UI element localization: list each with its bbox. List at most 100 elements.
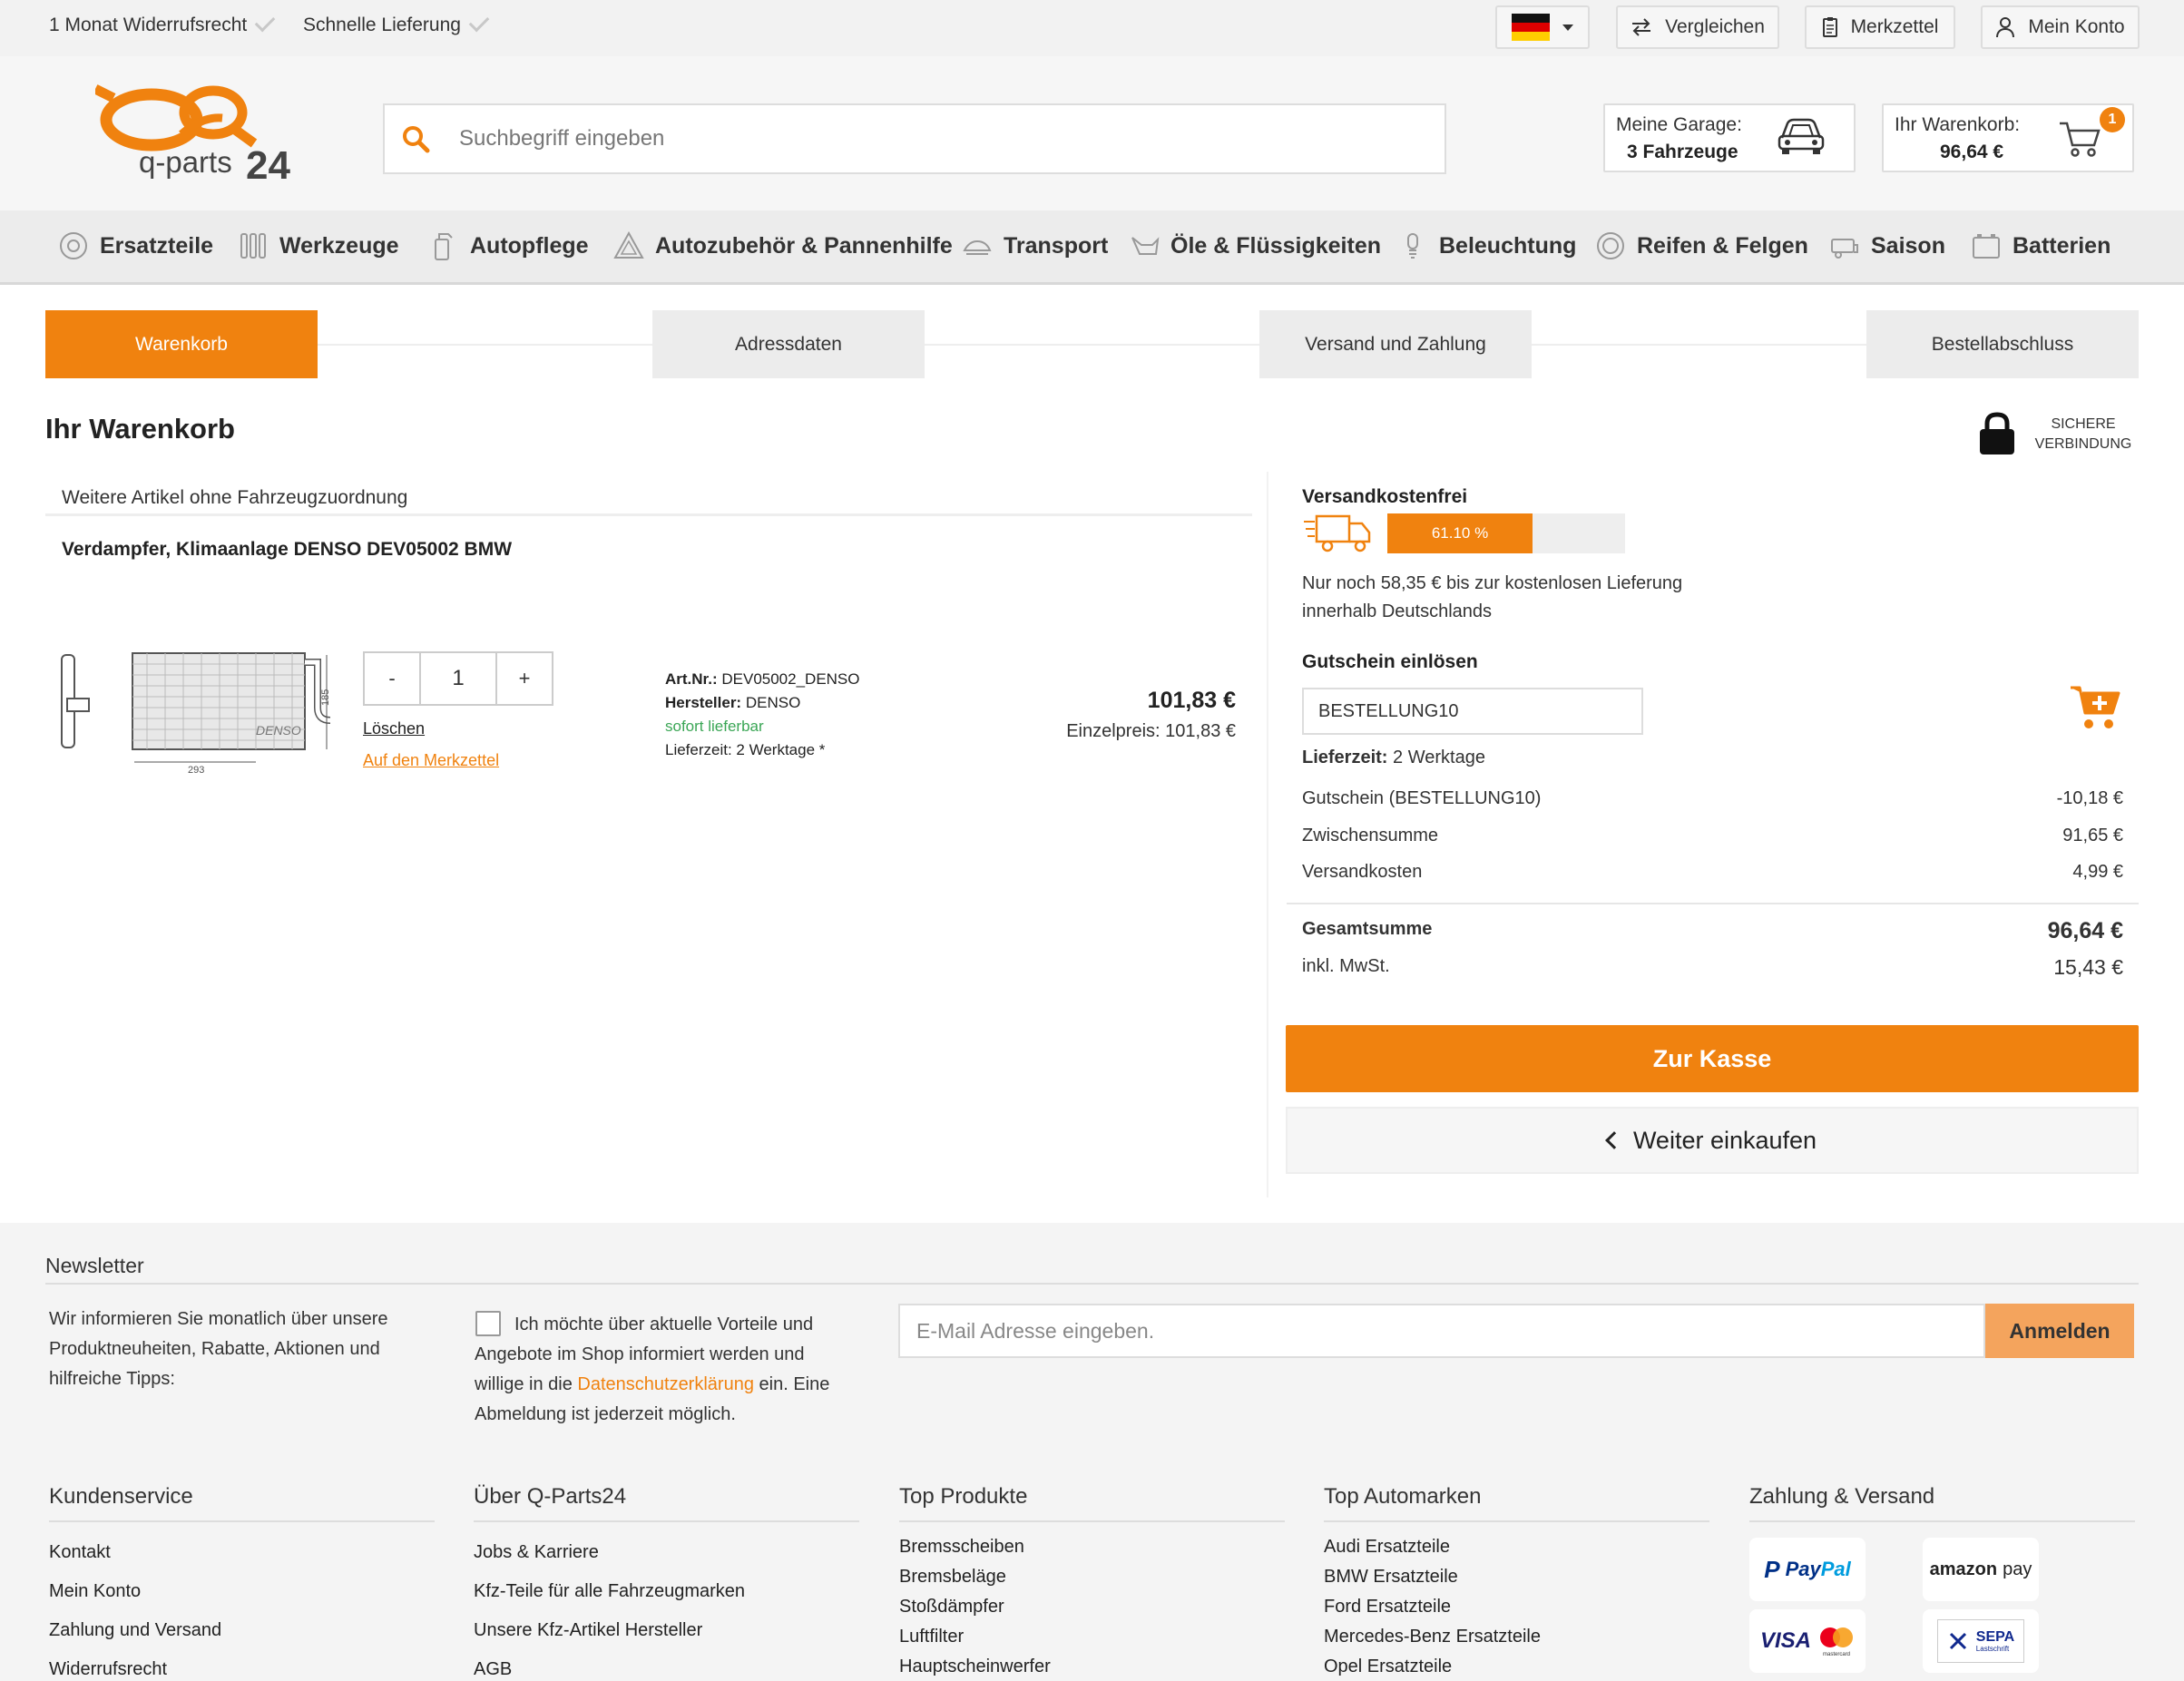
footer-link[interactable]: BMW Ersatzteile [1324, 1567, 1709, 1588]
subtotal-label: Zwischensumme [1302, 826, 1439, 845]
footer-link[interactable]: Mercedes-Benz Ersatzteile [1324, 1627, 1709, 1647]
paypal-pay: Pay [1785, 1558, 1821, 1580]
footer-link[interactable]: Bremsscheiben [899, 1537, 1285, 1558]
continue-shopping-label: Weiter einkaufen [1632, 1126, 1817, 1154]
delete-link[interactable]: Löschen [363, 719, 425, 738]
newsletter-subscribe-button[interactable]: Anmelden [1985, 1304, 2134, 1358]
step-warenkorb[interactable]: Warenkorb [45, 310, 318, 378]
footer-link[interactable]: Kfz-Teile für alle Fahrzeugmarken [474, 1581, 859, 1602]
nav-label: Autopflege [470, 232, 589, 259]
compare-button[interactable]: Vergleichen [1616, 5, 1779, 49]
compare-icon [1632, 18, 1651, 36]
step-versand-zahlung[interactable]: Versand und Zahlung [1259, 310, 1532, 378]
paypal-logo: P Pay Pal [1749, 1538, 1866, 1601]
footer-link[interactable]: Luftfilter [899, 1627, 1285, 1647]
secure-line-1: SICHERE [2051, 416, 2116, 432]
nav-label: Saison [1871, 232, 1945, 259]
nav-item-batterien[interactable]: Batterien [1971, 230, 2111, 261]
tools-icon [240, 233, 266, 259]
product-image[interactable]: DENSO 293 185 [56, 644, 336, 776]
add-coupon-cart-icon[interactable] [2069, 682, 2121, 731]
manufacturer: Hersteller: DENSO [665, 694, 800, 712]
garage-box[interactable]: Meine Garage: 3 Fahrzeuge [1603, 103, 1856, 172]
footer-link[interactable]: AGB [474, 1659, 859, 1680]
mastercard-icon: mastercard [1820, 1627, 1853, 1657]
search-icon[interactable] [401, 124, 430, 153]
footer-col-title: Über Q-Parts24 [474, 1484, 859, 1522]
vat-label: inkl. MwSt. [1302, 956, 1390, 976]
nav-label: Reifen & Felgen [1637, 232, 1808, 259]
footer-col-title: Zahlung & Versand [1749, 1484, 2135, 1522]
account-button[interactable]: Mein Konto [1981, 5, 2140, 49]
shipping-cost-label: Versandkosten [1302, 862, 1423, 882]
search-bar[interactable] [383, 103, 1446, 174]
newsletter-consent-checkbox[interactable] [475, 1311, 501, 1336]
delivery-time: Lieferzeit: 2 Werktage * [665, 741, 826, 758]
coupon-input[interactable] [1302, 688, 1643, 735]
footer-link[interactable]: Bremsbeläge [899, 1567, 1285, 1588]
footer-col-top-automarken: Top Automarken Audi Ersatzteile BMW Ersa… [1324, 1484, 1709, 1677]
footer-link[interactable]: Widerrufsrecht [49, 1659, 435, 1680]
article-number-label: Art.Nr.: [665, 670, 718, 688]
nav-item-ersatzteile[interactable]: Ersatzteile [58, 230, 213, 261]
footer-col-ueber: Über Q-Parts24 Jobs & Karriere Kfz-Teile… [474, 1484, 859, 1680]
check-icon [468, 11, 490, 33]
footer-link[interactable]: Stoßdämpfer [899, 1597, 1285, 1617]
nav-label: Ersatzteile [100, 232, 214, 259]
divider [45, 513, 1252, 516]
caret-down-icon [1562, 24, 1573, 31]
product-title[interactable]: Verdampfer, Klimaanlage DENSO DEV05002 B… [62, 539, 512, 561]
footer-link[interactable]: Opel Ersatzteile [1324, 1657, 1709, 1677]
nav-item-saison[interactable]: Saison [1829, 230, 1945, 261]
watchlist-button[interactable]: Merkzettel [1805, 5, 1955, 49]
shipping-cost-row: Versandkosten 4,99 € [1302, 862, 2123, 883]
nav-item-transport[interactable]: Transport [962, 230, 1108, 261]
step-adressdaten[interactable]: Adressdaten [652, 310, 925, 378]
continue-shopping-button[interactable]: Weiter einkaufen [1286, 1107, 2139, 1174]
nav-item-autopflege[interactable]: Autopflege [428, 230, 589, 261]
manufacturer-value: DENSO [745, 694, 801, 711]
footer-link[interactable]: Hauptscheinwerfer [899, 1657, 1285, 1677]
footer-link[interactable]: Mein Konto [49, 1581, 435, 1602]
footer-link[interactable]: Zahlung und Versand [49, 1620, 435, 1641]
nav-item-reifen[interactable]: Reifen & Felgen [1595, 230, 1808, 261]
nav-item-oele[interactable]: Öle & Flüssigkeiten [1129, 230, 1381, 261]
garage-label: Meine Garage: [1616, 114, 1742, 135]
checkout-button[interactable]: Zur Kasse [1286, 1025, 2139, 1092]
footer-link[interactable]: Audi Ersatzteile [1324, 1537, 1709, 1558]
add-to-watchlist-link[interactable]: Auf den Merkzettel [363, 751, 499, 770]
watchlist-label: Merkzettel [1850, 16, 1939, 37]
cart-box[interactable]: Ihr Warenkorb: 96,64 € 1 [1882, 103, 2134, 172]
quantity-stepper[interactable]: - 1 + [363, 651, 553, 706]
footer-link[interactable]: Unsere Kfz-Artikel Hersteller [474, 1620, 859, 1641]
compare-label: Vergleichen [1665, 16, 1765, 37]
roof-box-icon [963, 239, 992, 255]
account-label: Mein Konto [2028, 16, 2125, 37]
coupon-title: Gutschein einlösen [1302, 651, 1478, 672]
vat-row: inkl. MwSt. 15,43 € [1302, 955, 2123, 979]
search-input[interactable] [459, 126, 1366, 151]
nav-item-werkzeuge[interactable]: Werkzeuge [238, 230, 399, 261]
car-icon [1778, 118, 1825, 154]
logo-text: q-parts [139, 145, 232, 179]
newsletter-email-input[interactable] [898, 1304, 1985, 1358]
footer-link[interactable]: Ford Ersatzteile [1324, 1597, 1709, 1617]
privacy-policy-link[interactable]: Datenschutzerklärung [577, 1374, 754, 1394]
sepa-text: SEPA [1975, 1628, 2015, 1645]
footer-link[interactable]: Jobs & Karriere [474, 1542, 859, 1563]
decrease-button[interactable]: - [365, 653, 419, 704]
amazon-text: amazon [1929, 1559, 1998, 1579]
step-bestellabschluss[interactable]: Bestellabschluss [1866, 310, 2139, 378]
footer-link[interactable]: Kontakt [49, 1542, 435, 1563]
product-image-label: DENSO [256, 723, 301, 738]
quantity-value[interactable]: 1 [419, 653, 497, 704]
increase-button[interactable]: + [497, 653, 552, 704]
secure-line-2: VERBINDUNG [2034, 436, 2132, 452]
nav-item-autozubehoer[interactable]: Autozubehör & Pannenhilfe [613, 230, 953, 261]
language-selector[interactable] [1495, 5, 1590, 49]
coupon-row: Gutschein (BESTELLUNG10) -10,18 € [1302, 788, 2123, 809]
divider [45, 1283, 2139, 1285]
qparts24-logo[interactable]: q-parts 24 [95, 82, 322, 186]
user-icon [1996, 17, 2015, 38]
nav-item-beleuchtung[interactable]: Beleuchtung [1397, 230, 1576, 261]
